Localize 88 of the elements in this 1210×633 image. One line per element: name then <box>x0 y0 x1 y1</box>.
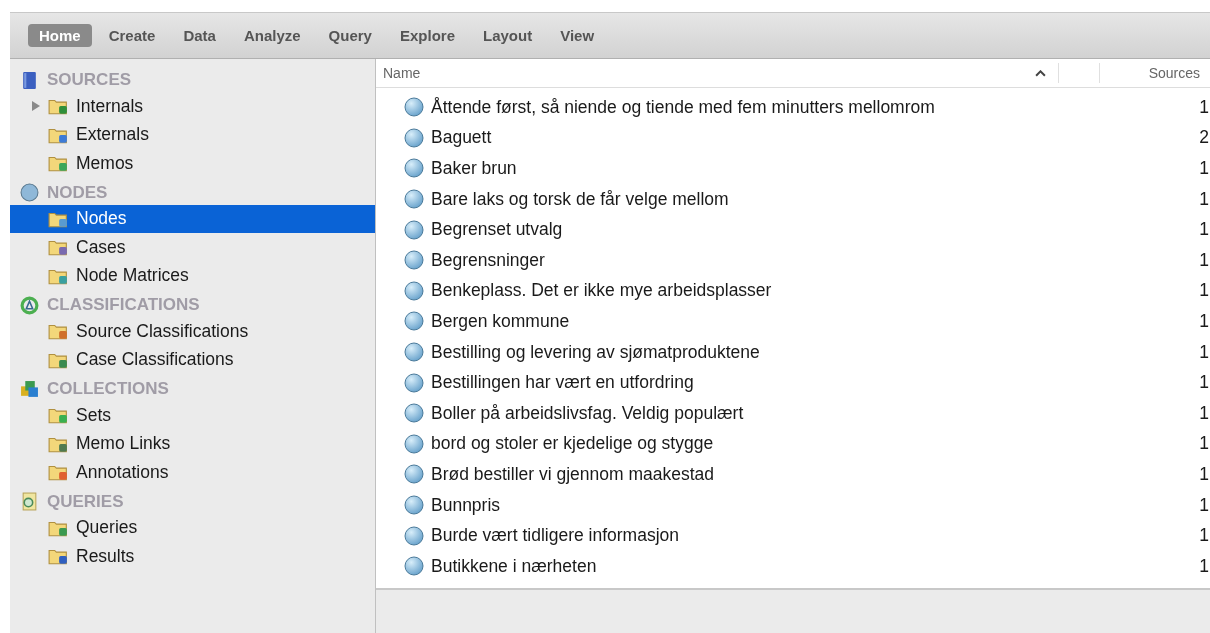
table-cell: 1 <box>1199 555 1210 577</box>
folder-icon <box>48 406 68 425</box>
table-cell: 1 <box>1199 372 1210 394</box>
sidebar-item[interactable]: Node Matrices <box>10 261 375 290</box>
node-sphere-icon <box>404 403 424 424</box>
folder-icon <box>48 322 68 341</box>
node-sphere-icon <box>404 525 424 546</box>
section-header: QUERIES <box>47 491 124 512</box>
magnifier-document-icon <box>20 492 39 511</box>
table-cell: 1 <box>1199 280 1210 302</box>
node-sphere-icon <box>404 280 424 301</box>
table-cell-text: Begrenset utvalg <box>431 219 564 241</box>
node-sphere-icon <box>404 342 424 363</box>
table-cell: 2 <box>1199 127 1210 149</box>
sidebar-item[interactable]: Memos <box>10 149 375 178</box>
table-cell-text: Åttende først, så niende og tiende med fem minutters mellomrom <box>431 96 936 118</box>
sidebar-item[interactable]: Internals <box>10 92 375 121</box>
table-cell: 1 <box>1199 341 1210 363</box>
table-cell-text: bord og stoler er kjedelige og stygge <box>431 433 715 455</box>
table-cell: 1 <box>1199 402 1210 424</box>
node-sphere-icon <box>404 158 424 179</box>
triangle-circle-icon <box>20 295 39 315</box>
ribbon-tab[interactable]: Data <box>172 24 227 47</box>
section-header: NODES <box>47 182 108 203</box>
table-cell-text: Boller på arbeidslivsfag. Veldig populært <box>431 402 745 424</box>
table-cell: 1 <box>1199 463 1210 485</box>
node-sphere-icon <box>404 97 424 118</box>
section-header: SOURCES <box>47 70 132 90</box>
table-cell-text: Butikkene i nærheten <box>431 555 598 577</box>
node-sphere-icon <box>404 464 424 485</box>
table-cell: 1 <box>1199 310 1210 332</box>
table-cell: 1 <box>1199 96 1210 118</box>
node-sphere-icon <box>404 219 424 240</box>
sidebar-item[interactable]: Source Classifications <box>10 317 375 346</box>
table-cell-text: Begrensninger <box>431 249 546 271</box>
book-icon <box>20 70 39 90</box>
table-cell: 1 <box>1199 494 1210 516</box>
table-cell-text: Bestillingen har vært en utfordring <box>431 372 695 394</box>
folder-icon <box>48 547 68 566</box>
ribbon-tab[interactable]: Layout <box>472 24 544 47</box>
section-header: CLASSIFICATIONS <box>47 295 200 315</box>
sidebar-item[interactable]: Memo Links <box>10 429 375 458</box>
ribbon-tab[interactable]: Analyze <box>232 24 312 47</box>
folder-icon <box>48 463 68 482</box>
table-cell-text: Bare laks og torsk de får velge mellom <box>431 188 730 210</box>
sidebar-item[interactable]: Annotations <box>10 458 375 487</box>
sphere-icon <box>20 183 39 202</box>
folder-icon <box>48 154 68 173</box>
node-sphere-icon <box>404 495 424 515</box>
node-sphere-icon <box>404 189 424 210</box>
stacked-squares-icon <box>20 379 39 399</box>
sidebar-item[interactable]: Results <box>10 542 375 571</box>
table-cell-text: Brød bestiller vi gjennom maakestad <box>431 463 716 485</box>
table-cell-text: Baker brun <box>431 158 518 179</box>
ribbon-tab[interactable]: Explore <box>388 24 466 47</box>
table-cell: 1 <box>1199 525 1210 547</box>
table-cell: 1 <box>1199 158 1210 179</box>
sidebar-item[interactable]: Nodes <box>10 204 375 233</box>
ribbon-tab[interactable]: Query <box>317 24 383 47</box>
ribbon-tab[interactable]: Create <box>97 24 167 47</box>
table-cell-text: Bergen kommune <box>431 310 571 332</box>
sidebar-item[interactable]: Externals <box>10 120 375 149</box>
folder-icon <box>48 238 68 257</box>
table-cell: 1 <box>1199 188 1210 210</box>
sidebar-item[interactable]: Cases <box>10 233 375 262</box>
section-header: COLLECTIONS <box>47 379 169 399</box>
node-sphere-icon <box>404 372 424 393</box>
node-sphere-icon <box>404 127 424 148</box>
node-sphere-icon <box>404 250 424 271</box>
sidebar-item[interactable]: Queries <box>10 513 375 542</box>
folder-icon <box>48 97 68 116</box>
table-cell: 1 <box>1199 433 1210 455</box>
disclosure-triangle-icon[interactable] <box>32 101 40 112</box>
column-header[interactable]: Name <box>376 63 1059 83</box>
column-header[interactable]: Sources <box>1100 59 1210 87</box>
node-sphere-icon <box>404 556 424 577</box>
table-cell-text: Bunnpris <box>431 494 502 516</box>
node-sphere-icon <box>404 311 424 332</box>
table-cell-text: Bestilling og levering av sjømatproduktene <box>431 341 761 363</box>
table-cell-text: Burde vært tidligere informasjon <box>431 525 681 547</box>
table-cell: 1 <box>1199 249 1210 271</box>
ribbon-tab[interactable]: View <box>549 24 606 47</box>
table-cell-text: Baguett <box>431 127 493 149</box>
table-cell: 1 <box>1199 219 1210 241</box>
sidebar-item[interactable]: Sets <box>10 401 375 430</box>
table-cell-text: Benkeplass. Det er ikke mye arbeidsplasser <box>431 280 773 302</box>
sidebar-item[interactable]: Case Classifications <box>10 345 375 374</box>
node-sphere-icon <box>404 433 424 454</box>
